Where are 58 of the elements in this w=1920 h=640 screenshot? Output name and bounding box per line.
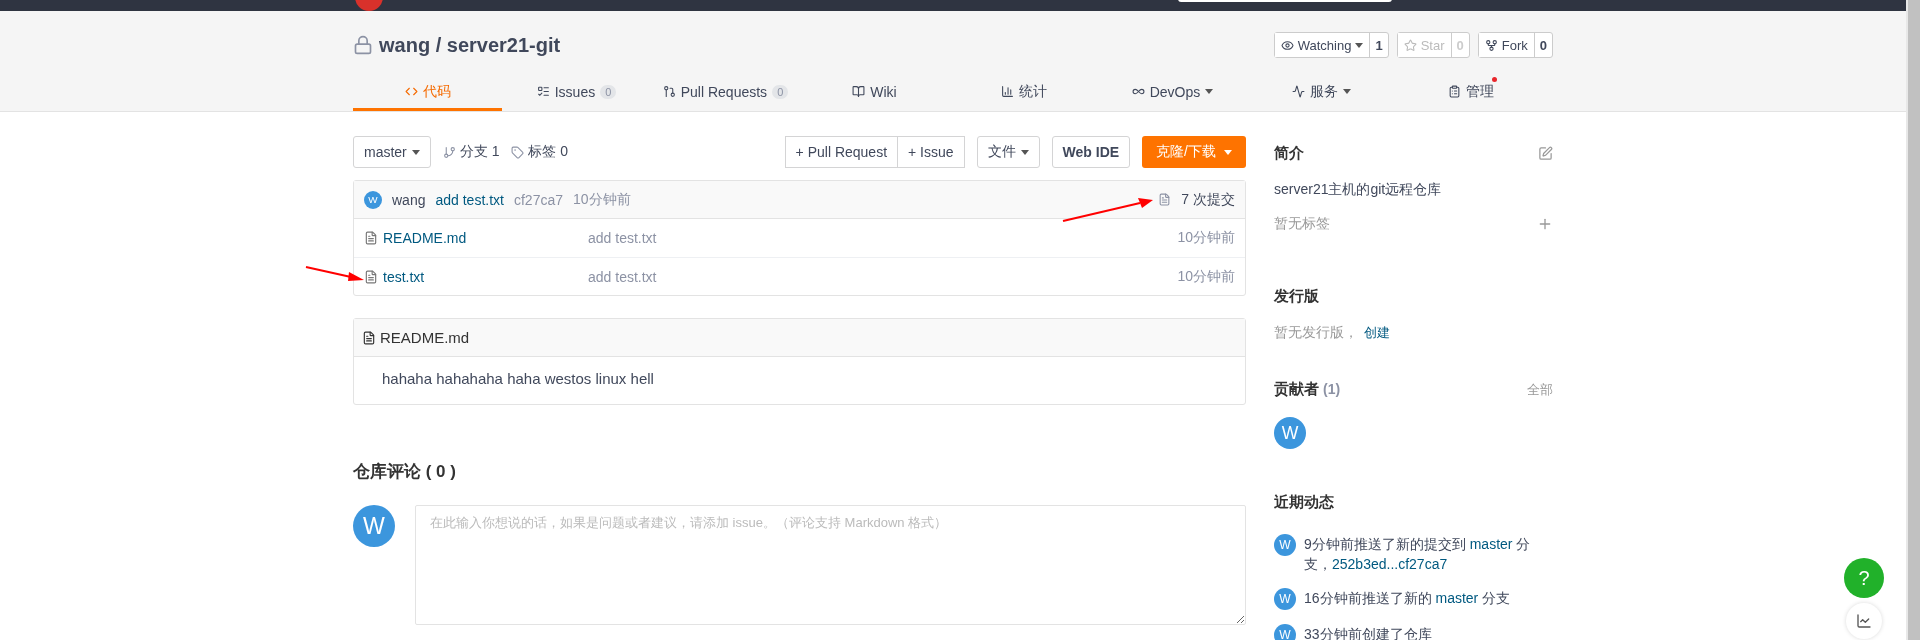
file-name-link[interactable]: README.md bbox=[383, 230, 588, 246]
repo-title: wang / server21-git bbox=[379, 33, 561, 57]
file-commit-message: add test.txt bbox=[588, 268, 658, 285]
branches-link[interactable]: 分支 1 bbox=[459, 143, 500, 161]
comment-field[interactable]: 在此输入你想说的话，如果是问题或者建议，请添加 issue。（评论支持 Markdown 格式） bbox=[415, 505, 1246, 625]
nav-tab[interactable]: Pull Requests 0 bbox=[651, 75, 800, 111]
user-avatar: W bbox=[1274, 588, 1296, 610]
nav-tab[interactable]: Issues 0 bbox=[502, 75, 651, 111]
readme-title: README.md bbox=[380, 329, 470, 346]
file-time: 10分钟前 bbox=[1177, 267, 1235, 286]
tab-count: 0 bbox=[600, 84, 617, 99]
contributors-count: (1) bbox=[1323, 381, 1341, 397]
file-menu-button[interactable]: 文件 bbox=[976, 136, 1040, 168]
nav-tab[interactable]: 服务 bbox=[1247, 75, 1396, 111]
user-avatar: W bbox=[1274, 534, 1296, 556]
tab-count: 0 bbox=[772, 84, 789, 99]
tags-link[interactable]: 标签 0 bbox=[528, 143, 569, 161]
fork-count: 0 bbox=[1538, 36, 1548, 55]
commit-message-link[interactable]: add test.txt bbox=[435, 191, 504, 208]
nav-tab[interactable]: 统计 bbox=[949, 75, 1098, 111]
readme-content: hahaha hahahaha haha westos linux hell bbox=[381, 369, 655, 389]
commit-sha: cf27ca7 bbox=[513, 191, 563, 208]
intro-title: 简介 bbox=[1274, 144, 1304, 163]
activity-link[interactable]: 252b3ed...cf27ca7 bbox=[1332, 556, 1448, 572]
activity-title: 近期动态 bbox=[1274, 493, 1334, 512]
file-time: 10分钟前 bbox=[1177, 229, 1235, 247]
watch-button[interactable]: Watching bbox=[1274, 33, 1371, 57]
user-avatar: W bbox=[364, 190, 382, 209]
file-row[interactable]: test.txt add test.txt 10分钟前 bbox=[354, 257, 1245, 295]
activity-link[interactable]: master bbox=[1435, 590, 1479, 606]
commits-link[interactable]: 7 次提交 bbox=[1181, 190, 1235, 209]
no-tags-text: 暂无标签 bbox=[1274, 215, 1330, 233]
releases-title: 发行版 bbox=[1274, 287, 1319, 306]
repo-description: server21主机的git远程仓库 bbox=[1274, 181, 1443, 199]
create-release-link[interactable]: 创建 bbox=[1364, 325, 1390, 340]
user-avatar: W bbox=[1274, 624, 1296, 640]
branch-select[interactable]: master bbox=[353, 136, 431, 168]
web-ide-button[interactable]: Web IDE bbox=[1051, 136, 1131, 168]
nav-tab[interactable]: DevOps bbox=[1098, 75, 1247, 111]
activity-link[interactable]: master bbox=[1469, 536, 1513, 552]
activity-text: 16分钟前推送了新的 master 分支 bbox=[1304, 589, 1512, 608]
commit-time: 10分钟前 bbox=[573, 190, 631, 209]
nav-tab[interactable]: 管理 bbox=[1396, 75, 1545, 111]
new-item-button[interactable]: + Pull Request bbox=[784, 136, 899, 168]
file-row[interactable]: README.md add test.txt 10分钟前 bbox=[354, 219, 1245, 257]
activity-text: 9分钟前推送了新的提交到 master 分支，252b3ed...cf27ca7 bbox=[1304, 535, 1532, 574]
activity-text: 33分钟前创建了仓库 bbox=[1304, 625, 1433, 640]
file-commit-message: add test.txt bbox=[588, 230, 658, 246]
no-releases-text: 暂无发行版， bbox=[1274, 324, 1358, 340]
watch-count: 1 bbox=[1374, 36, 1384, 55]
fork-button[interactable]: Fork bbox=[1478, 33, 1535, 57]
user-avatar: W bbox=[353, 505, 395, 547]
new-item-button[interactable]: + Issue bbox=[898, 136, 965, 168]
contributors-title: 贡献者 bbox=[1274, 380, 1319, 399]
comments-title: 仓库评论 ( 0 ) bbox=[353, 461, 457, 483]
file-name-link[interactable]: test.txt bbox=[383, 268, 588, 285]
author-link[interactable]: wang bbox=[392, 191, 426, 208]
nav-tab[interactable]: Wiki bbox=[800, 75, 949, 111]
